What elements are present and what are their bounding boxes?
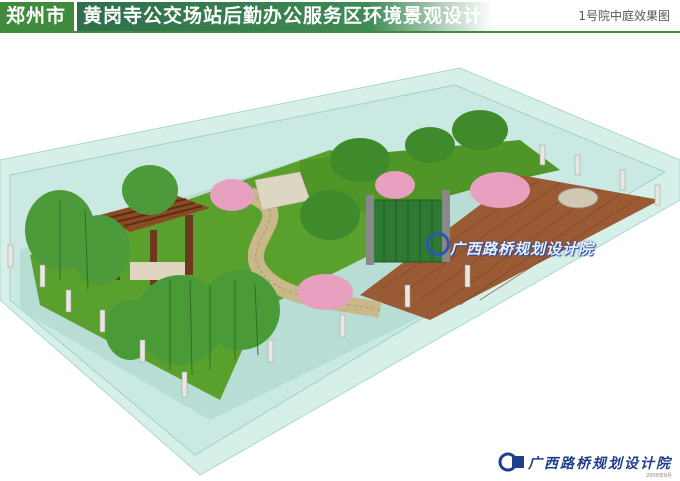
- title-city: 郑州市: [0, 2, 75, 31]
- footer-institute: 广西路桥规划设计院: [528, 456, 672, 472]
- drawing-subtitle: 1号院中庭效果图: [578, 9, 670, 23]
- footer-logo-icon: [498, 452, 524, 472]
- title-project: 黄岗寺公交场站后勤办公服务区环境景观设计: [77, 2, 493, 31]
- boulder: [557, 187, 599, 209]
- watermark: 广西路桥规划设计院: [450, 240, 595, 258]
- header-rule: [0, 31, 680, 33]
- footer-date: 2009年8月: [646, 473, 672, 479]
- watermark-logo-icon: [426, 232, 450, 256]
- header: 郑州市 黄岗寺公交场站后勤办公服务区环境景观设计 1号院中庭效果图: [0, 0, 680, 33]
